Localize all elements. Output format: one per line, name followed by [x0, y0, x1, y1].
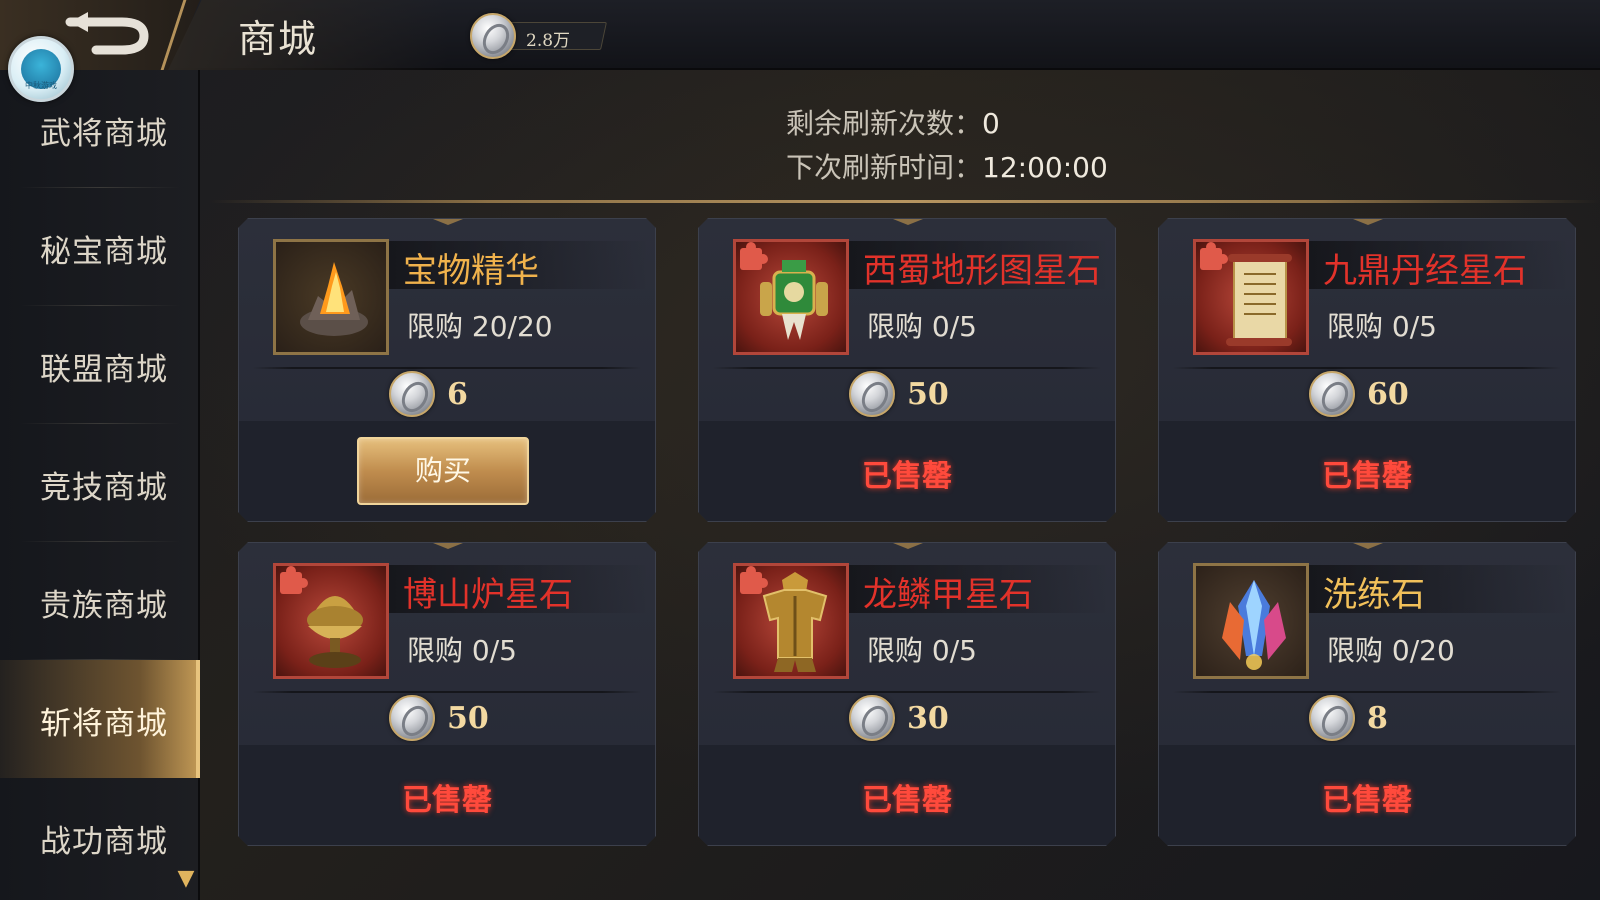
coin-icon: [389, 371, 435, 417]
sidebar-item-label: 武将商城: [40, 116, 168, 152]
sidebar-item-label: 贵族商城: [40, 588, 168, 624]
jade-artifact-icon: [752, 252, 836, 348]
refresh-remaining-label: 剩余刷新次数：: [786, 107, 983, 140]
item-name: 宝物精华: [403, 251, 539, 291]
top-bar: 商城 2.8万: [0, 0, 1600, 70]
currency-display[interactable]: 2.8万: [470, 13, 607, 59]
card-notch: [1353, 219, 1383, 225]
item-icon-frame[interactable]: [1193, 239, 1309, 355]
coin-icon: [1309, 695, 1355, 741]
incense-burner-icon: [292, 576, 378, 674]
refresh-next-value: 12:00:00: [982, 151, 1108, 184]
sidebar-item-alliance-shop[interactable]: 联盟商城: [0, 306, 200, 424]
sidebar-item-label: 战功商城: [40, 824, 168, 860]
card-separator: [1173, 691, 1561, 693]
coin-icon: [849, 695, 895, 741]
shop-item-card: 博山炉星石 限购 0/5 50 已售罄: [238, 542, 656, 846]
gold-divider: [210, 200, 1600, 203]
item-icon-frame[interactable]: [273, 563, 389, 679]
card-separator: [713, 691, 1101, 693]
card-separator: [1173, 367, 1561, 369]
item-name: 洗练石: [1323, 575, 1425, 615]
sidebar-item-noble-shop[interactable]: 贵族商城: [0, 542, 200, 660]
purchase-limit: 限购 0/5: [867, 310, 977, 343]
card-notch: [1353, 543, 1383, 549]
sidebar-item-merit-shop[interactable]: 战功商城: [0, 778, 200, 896]
sidebar-item-label: 秘宝商城: [40, 234, 168, 270]
sidebar-item-slay-general-shop[interactable]: 斩将商城: [0, 660, 200, 778]
card-separator: [713, 367, 1101, 369]
coin-icon: [849, 371, 895, 417]
item-price: 50: [907, 377, 949, 412]
fire-crystal-icon: [294, 256, 374, 340]
purchase-limit: 限购 0/5: [407, 634, 517, 667]
purchase-limit: 限购 20/20: [407, 310, 553, 343]
item-icon-frame[interactable]: [1193, 563, 1309, 679]
card-notch: [893, 219, 923, 225]
sold-out-label: 已售罄: [862, 459, 952, 494]
card-notch: [433, 543, 463, 549]
purchase-limit: 限购 0/5: [1327, 310, 1437, 343]
item-name: 博山炉星石: [403, 575, 573, 615]
item-price: 30: [907, 701, 949, 736]
armor-icon: [752, 572, 838, 676]
sidebar-item-label: 斩将商城: [40, 706, 168, 742]
logo-text: 中秋游戏: [25, 81, 57, 90]
refresh-remaining-value: 0: [982, 107, 1000, 140]
shop-item-card: 九鼎丹经星石 限购 0/5 60 已售罄: [1158, 218, 1576, 522]
coin-icon: [389, 695, 435, 741]
sidebar-item-label: 联盟商城: [40, 352, 168, 388]
gem-icon: [1210, 576, 1298, 672]
sold-out-label: 已售罄: [862, 783, 952, 818]
refresh-next-label: 下次刷新时间：: [786, 151, 983, 184]
refresh-next-time: 下次刷新时间：12:00:00: [786, 146, 1108, 190]
scroll-icon: [1214, 250, 1300, 350]
sidebar-item-arena-shop[interactable]: 竞技商城: [0, 424, 200, 542]
purchase-limit: 限购 0/5: [867, 634, 977, 667]
game-logo: 中秋游戏: [8, 36, 74, 102]
sidebar-item-label: 竞技商城: [40, 470, 168, 506]
page-title: 商城: [238, 17, 319, 61]
scroll-down-icon[interactable]: ▼: [172, 868, 200, 890]
item-name: 西蜀地形图星石: [863, 251, 1101, 291]
shop-item-card: 宝物精华 限购 20/20 6 购买: [238, 218, 656, 522]
sold-out-label: 已售罄: [1322, 783, 1412, 818]
shop-item-card: 洗练石 限购 0/20 8 已售罄: [1158, 542, 1576, 846]
card-separator: [253, 691, 641, 693]
refresh-info: 剩余刷新次数：0 下次刷新时间：12:00:00: [786, 102, 1108, 190]
shop-item-card: 西蜀地形图星石 限购 0/5 50 已售罄: [698, 218, 1116, 522]
card-separator: [253, 367, 641, 369]
item-name: 九鼎丹经星石: [1323, 251, 1527, 291]
purchase-limit: 限购 0/20: [1327, 634, 1455, 667]
shop-item-card: 龙鳞甲星石 限购 0/5 30 已售罄: [698, 542, 1116, 846]
card-notch: [893, 543, 923, 549]
item-price: 60: [1367, 377, 1409, 412]
buy-button[interactable]: 购买: [357, 437, 529, 505]
item-icon-frame[interactable]: [733, 239, 849, 355]
sold-out-label: 已售罄: [402, 783, 492, 818]
item-price: 8: [1367, 701, 1388, 736]
sidebar-item-treasure-shop[interactable]: 秘宝商城: [0, 188, 200, 306]
refresh-remaining: 剩余刷新次数：0: [786, 102, 1108, 146]
card-notch: [433, 219, 463, 225]
shop-sidebar: 武将商城 秘宝商城 联盟商城 竞技商城 贵族商城 斩将商城 战功商城: [0, 70, 200, 900]
item-price: 6: [447, 377, 468, 412]
coin-icon: [470, 13, 516, 59]
coin-icon: [1309, 371, 1355, 417]
item-icon-frame[interactable]: [733, 563, 849, 679]
sold-out-label: 已售罄: [1322, 459, 1412, 494]
item-icon-frame[interactable]: [273, 239, 389, 355]
item-price: 50: [447, 701, 489, 736]
item-name: 龙鳞甲星石: [863, 575, 1033, 615]
back-arrow-icon: [65, 12, 149, 55]
currency-amount: 2.8万: [526, 31, 571, 51]
